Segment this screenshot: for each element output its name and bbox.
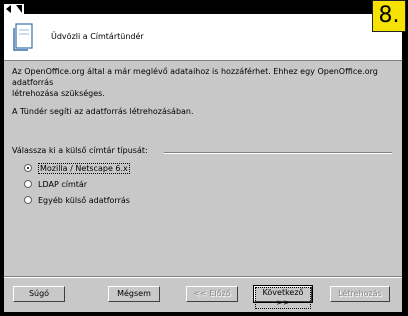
finish-button-label: Létrehozás bbox=[338, 289, 382, 298]
help-button-label: Súgó bbox=[28, 289, 50, 298]
next-button[interactable]: Következő >> bbox=[253, 285, 313, 309]
radio-other[interactable]: Egyéb külső adatforrás bbox=[24, 194, 130, 206]
help-button[interactable]: Súgó bbox=[13, 286, 65, 302]
radio-other-indicator[interactable] bbox=[24, 196, 32, 204]
finish-button[interactable]: Létrehozás bbox=[330, 286, 390, 302]
wizard-header: Üdvözli a Címtártündér bbox=[4, 14, 402, 61]
cancel-button[interactable]: Mégsem bbox=[108, 286, 160, 302]
radio-mozilla[interactable]: Mozilla / Netscape 6.x bbox=[24, 162, 130, 174]
minimize-button[interactable] bbox=[14, 4, 24, 14]
wizard-title: Üdvözli a Címtártündér bbox=[51, 32, 144, 41]
intro-line-2: létrehozása szükséges. bbox=[12, 89, 105, 98]
title-bar bbox=[4, 4, 402, 14]
back-button[interactable]: << Előző bbox=[186, 286, 238, 302]
wizard-dialog: Üdvözli a Címtártündér Az OpenOffice.org… bbox=[4, 14, 402, 312]
wizard-book-icon bbox=[13, 23, 33, 51]
section-divider bbox=[164, 152, 392, 154]
window-menu-button[interactable] bbox=[4, 4, 14, 14]
footer-divider bbox=[4, 276, 402, 278]
step-badge: 8. bbox=[372, 0, 406, 32]
window-menu-icon bbox=[4, 4, 14, 14]
minimize-icon bbox=[14, 4, 24, 14]
radio-ldap-label[interactable]: LDAP címtár bbox=[38, 180, 87, 189]
window-frame: 8. Üdvözli a Címtártündér Az OpenOffice.… bbox=[0, 0, 408, 316]
intro-line-1: Az OpenOffice.org által a már meglévő ad… bbox=[12, 67, 378, 87]
next-button-label: Következő >> bbox=[255, 287, 311, 309]
back-button-label: << Előző bbox=[193, 289, 231, 298]
radio-mozilla-label[interactable]: Mozilla / Netscape 6.x bbox=[38, 162, 130, 174]
radio-other-label[interactable]: Egyéb külső adatforrás bbox=[38, 196, 130, 205]
radio-mozilla-indicator[interactable] bbox=[24, 164, 32, 172]
intro-text: Az OpenOffice.org által a már meglévő ad… bbox=[12, 66, 392, 99]
radio-ldap[interactable]: LDAP címtár bbox=[24, 178, 87, 190]
radio-ldap-indicator[interactable] bbox=[24, 180, 32, 188]
cancel-button-label: Mégsem bbox=[117, 289, 151, 298]
intro-help-text: A Tündér segíti az adatforrás létrehozás… bbox=[12, 107, 194, 116]
